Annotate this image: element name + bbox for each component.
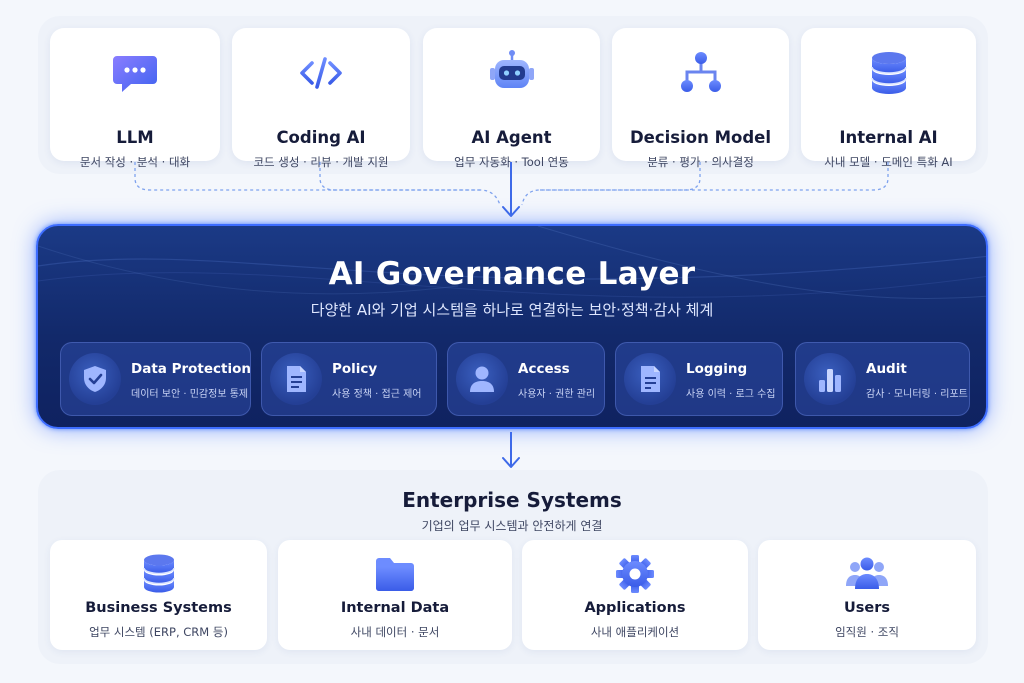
governance-module-access[interactable]: Access 사용자 · 권한 관리 xyxy=(447,342,605,416)
database-icon xyxy=(870,52,907,94)
governance-module-title: Data Protection xyxy=(131,361,251,377)
governance-module-title: Access xyxy=(518,361,570,377)
ai-source-subtitle: 사내 모델 · 도메인 특화 AI xyxy=(824,155,953,169)
arrow-down-icon xyxy=(502,432,520,468)
enterprise-card-title: Applications xyxy=(584,600,686,616)
ai-source-card-internal[interactable]: Internal AI 사내 모델 · 도메인 특화 AI xyxy=(801,28,976,169)
folder-icon xyxy=(376,558,414,591)
enterprise-card-users[interactable]: Users 임직원 · 조직 xyxy=(758,540,976,650)
ai-source-card-llm[interactable]: LLM 문서 작성 · 분석 · 대화 xyxy=(50,28,220,169)
governance-module-title: Logging xyxy=(686,361,748,377)
enterprise-subtitle: 기업의 업무 시스템과 안전하게 연결 xyxy=(421,519,603,533)
governance-module-audit[interactable]: Audit 감사 · 모니터링 · 리포트 xyxy=(795,342,970,416)
ai-source-subtitle: 업무 자동화 · Tool 연동 xyxy=(454,155,569,169)
governance-module-subtitle: 사용자 · 권한 관리 xyxy=(518,389,596,400)
ai-source-title: AI Agent xyxy=(471,128,552,147)
robot-icon xyxy=(489,50,534,88)
enterprise-card-title: Internal Data xyxy=(340,600,450,616)
ai-source-card-agent[interactable]: AI Agent 업무 자동화 · Tool 연동 xyxy=(423,28,600,169)
database-icon xyxy=(142,554,175,593)
governance-module-subtitle: 데이터 보안 · 민감정보 통제 xyxy=(131,389,249,400)
enterprise-card-applications[interactable]: Applications 사내 애플리케이션 xyxy=(522,540,748,650)
user-icon xyxy=(456,353,508,405)
chat-bubble-icon xyxy=(113,56,157,92)
enterprise-card-subtitle: 임직원 · 조직 xyxy=(835,625,899,639)
governance-module-title: Audit xyxy=(866,361,907,377)
governance-module-data-protection[interactable]: Data Protection 데이터 보안 · 민감정보 통제 xyxy=(60,342,251,416)
governance-subtitle: 다양한 AI와 기업 시스템을 하나로 연결하는 보안·정책·감사 체계 xyxy=(310,301,714,319)
bar-chart-icon xyxy=(804,353,856,405)
log-document-icon xyxy=(624,353,676,405)
ai-source-card-coding[interactable]: Coding AI 코드 생성 · 리뷰 · 개발 지원 xyxy=(232,28,410,169)
governance-module-subtitle: 사용 정책 · 접근 제어 xyxy=(332,389,422,400)
ai-source-title: Internal AI xyxy=(839,128,938,147)
ai-source-subtitle: 코드 생성 · 리뷰 · 개발 지원 xyxy=(253,155,389,169)
ai-source-title: Coding AI xyxy=(276,128,366,147)
ai-source-title: LLM xyxy=(116,128,154,147)
governance-module-logging[interactable]: Logging 사용 이력 · 로그 수집 xyxy=(615,342,783,416)
enterprise-card-subtitle: 사내 애플리케이션 xyxy=(590,625,680,639)
governance-module-subtitle: 사용 이력 · 로그 수집 xyxy=(686,389,776,400)
enterprise-card-subtitle: 사내 데이터 · 문서 xyxy=(350,625,440,639)
governance-title: AI Governance Layer xyxy=(328,256,696,292)
governance-layer: AI Governance Layer 다양한 AI와 기업 시스템을 하나로 … xyxy=(36,224,988,429)
shield-icon xyxy=(69,353,121,405)
ai-source-title: Decision Model xyxy=(629,128,772,147)
ai-source-subtitle: 분류 · 평가 · 의사결정 xyxy=(647,155,754,169)
hierarchy-icon xyxy=(680,52,721,92)
enterprise-title: Enterprise Systems xyxy=(402,488,622,512)
enterprise-card-business-systems[interactable]: Business Systems 업무 시스템 (ERP, CRM 등) xyxy=(50,540,267,650)
users-icon xyxy=(846,557,888,589)
enterprise-card-subtitle: 업무 시스템 (ERP, CRM 등) xyxy=(89,625,228,639)
document-icon xyxy=(270,353,322,405)
ai-source-subtitle: 문서 작성 · 분석 · 대화 xyxy=(79,155,191,169)
code-icon xyxy=(300,57,342,89)
governance-module-title: Policy xyxy=(332,361,378,377)
ai-source-card-decision[interactable]: Decision Model 분류 · 평가 · 의사결정 xyxy=(612,28,789,169)
enterprise-card-title: Users xyxy=(843,600,891,616)
governance-module-policy[interactable]: Policy 사용 정책 · 접근 제어 xyxy=(261,342,437,416)
governance-module-subtitle: 감사 · 모니터링 · 리포트 xyxy=(866,389,968,400)
enterprise-card-internal-data[interactable]: Internal Data 사내 데이터 · 문서 xyxy=(278,540,512,650)
gear-icon xyxy=(616,555,654,593)
enterprise-card-title: Business Systems xyxy=(85,600,232,616)
